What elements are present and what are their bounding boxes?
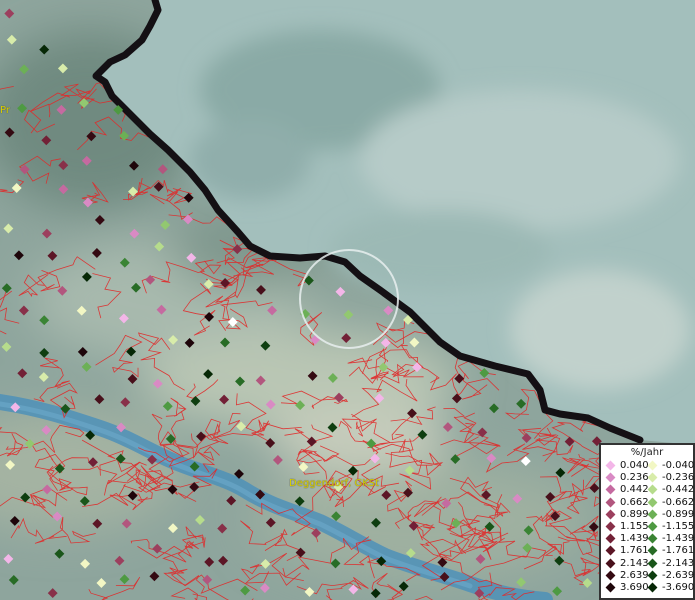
- legend-value: 0.442: [620, 484, 649, 496]
- place-label-deggendorf[interactable]: Deggendorf, GKSt: [289, 478, 379, 489]
- legend-swatch: [605, 509, 616, 520]
- legend-value: -2.143: [662, 557, 695, 569]
- legend-value: 2.639: [620, 569, 649, 581]
- legend-swatch: [647, 558, 658, 569]
- legend-value: 2.143: [620, 557, 649, 569]
- legend-value: 3.690: [620, 582, 649, 593]
- legend-value: -0.662: [662, 496, 695, 508]
- legend-value: -1.761: [662, 545, 695, 557]
- legend-swatch: [605, 472, 616, 483]
- legend-swatch: [605, 558, 616, 569]
- legend-swatch: [605, 545, 616, 556]
- legend-swatch: [647, 472, 658, 483]
- legend-value: 0.236: [620, 472, 649, 484]
- legend-value: 1.439: [620, 533, 649, 545]
- legend-value: 0.899: [620, 508, 649, 520]
- legend-swatch: [605, 570, 616, 581]
- legend-swatch: [647, 497, 658, 508]
- legend-swatch: [647, 570, 658, 581]
- legend-swatch: [647, 521, 658, 532]
- legend-swatch: [605, 533, 616, 544]
- legend-swatch: [605, 497, 616, 508]
- legend-value: 0.662: [620, 496, 649, 508]
- legend-swatch: [605, 582, 616, 593]
- place-label-partial[interactable]: Pr: [0, 105, 10, 116]
- legend-swatch: [647, 509, 658, 520]
- legend-value: 0.040: [620, 460, 649, 471]
- legend-swatch: [647, 484, 658, 495]
- legend-swatch: [605, 460, 616, 471]
- legend-swatch: [647, 533, 658, 544]
- legend-value: -1.155: [662, 521, 695, 532]
- legend-value: -0.442: [662, 484, 695, 496]
- legend-swatch: [605, 484, 616, 495]
- map-view[interactable]: Deggendorf, GKSt Pr %/Jahr 0.040 -0.040 0.…: [0, 0, 695, 600]
- legend-swatch: [647, 545, 658, 556]
- legend-value: 1.155: [620, 521, 649, 532]
- legend-value: 1.761: [620, 545, 649, 557]
- legend-value: -0.040: [662, 460, 695, 471]
- legend-swatch: [605, 521, 616, 532]
- legend-swatch: [647, 582, 658, 593]
- legend-value: -0.899: [662, 508, 695, 520]
- legend-value: -1.439: [662, 533, 695, 545]
- legend-title: %/Jahr: [630, 447, 664, 458]
- legend-swatch: [647, 460, 658, 471]
- legend-value: -0.236: [662, 472, 695, 484]
- legend: %/Jahr 0.040 -0.040 0.236 -0.236 0.442 -0.442…: [599, 443, 695, 600]
- legend-value: -2.639: [662, 569, 695, 581]
- legend-value: -3.690: [662, 582, 695, 593]
- map-canvas[interactable]: [0, 0, 695, 600]
